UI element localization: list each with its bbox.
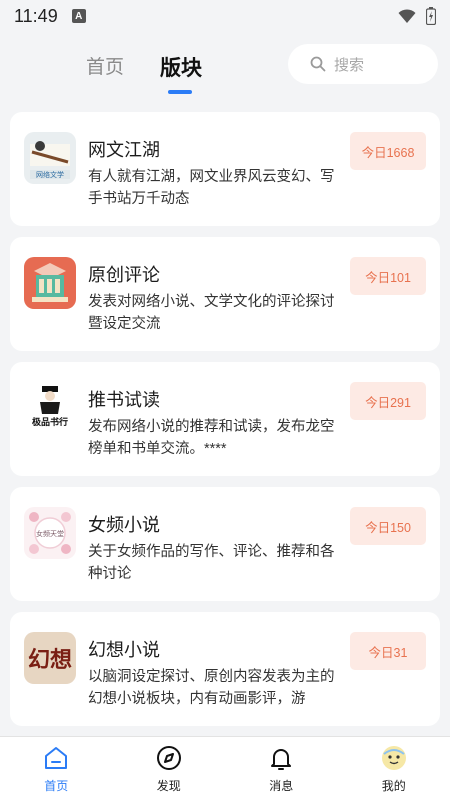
nav-item-profile[interactable]: 我的 [338, 737, 450, 800]
board-description: 有人就有江湖，网文业界风云变幻、写手书站万千动态 [88, 169, 335, 207]
board-icon-fantasy: 幻想 [24, 632, 76, 684]
svg-text:幻想: 幻想 [28, 647, 72, 673]
nav-label: 我的 [381, 779, 406, 793]
board-title: 网文江湖 [88, 140, 160, 160]
battery-icon [426, 7, 436, 25]
board-description: 以脑洞设定探讨、原创内容发表为主的幻想小说板块，内有动画影评，游 [88, 669, 335, 707]
nav-item-discover[interactable]: 发现 [113, 737, 226, 800]
board-icon-floral: 女频天堂 [24, 507, 76, 559]
svg-text:网络文学: 网络文学 [36, 170, 64, 179]
status-bar: 11:49 A [0, 0, 450, 32]
search-placeholder: 搜索 [334, 56, 365, 74]
tab-boards[interactable]: 版块 [160, 52, 202, 82]
active-tab-indicator [168, 90, 192, 94]
avatar-icon [381, 746, 406, 770]
notification-a-icon: A [71, 9, 86, 23]
bell-icon [271, 749, 292, 770]
svg-text:女频天堂: 女频天堂 [36, 529, 64, 538]
board-card-fantasy[interactable]: 幻想 幻想小说 以脑洞设定探讨、原创内容发表为主的幻想小说板块，内有动画影评，游… [10, 612, 440, 726]
board-title: 原创评论 [88, 265, 160, 285]
board-card-female[interactable]: 女频天堂 女频小说 关于女频作品的写作、评论、推荐和各种讨论 今日150 [10, 487, 440, 601]
board-title: 女频小说 [88, 515, 160, 535]
wifi-icon [398, 9, 416, 23]
board-description: 关于女频作品的写作、评论、推荐和各种讨论 [88, 544, 335, 582]
today-count-badge: 今日291 [350, 382, 426, 420]
svg-text:极品书行: 极品书行 [32, 416, 68, 428]
status-time: 11:49 [14, 5, 58, 26]
today-count-badge: 今日31 [350, 632, 426, 670]
today-count-badge: 今日1668 [350, 132, 426, 170]
board-card-recommend[interactable]: 极品书行 推书试读 发布网络小说的推荐和试读，发布龙空榜单和书单交流。**** … [10, 362, 440, 476]
tab-home[interactable]: 首页 [86, 52, 124, 79]
nav-label: 消息 [269, 779, 294, 793]
board-title: 推书试读 [88, 390, 160, 410]
compass-icon [156, 746, 181, 770]
today-count-badge: 今日150 [350, 507, 426, 545]
nav-label: 首页 [44, 779, 69, 793]
bottom-nav: 首页 发现 消息 我的 [0, 736, 450, 800]
nav-item-home[interactable]: 首页 [0, 737, 113, 800]
board-description: 发布网络小说的推荐和试读，发布龙空榜单和书单交流。**** [88, 419, 335, 457]
board-icon-pen: 网络文学 [24, 132, 76, 184]
board-list: 网络文学 网文江湖 有人就有江湖，网文业界风云变幻、写手书站万千动态 今日166… [10, 112, 440, 737]
board-card-wangwen[interactable]: 网络文学 网文江湖 有人就有江湖，网文业界风云变幻、写手书站万千动态 今日166… [10, 112, 440, 226]
search-icon [310, 56, 326, 72]
today-count-badge: 今日101 [350, 257, 426, 295]
board-icon-scholar: 极品书行 [24, 382, 76, 434]
search-input[interactable]: 搜索 [288, 44, 438, 84]
board-title: 幻想小说 [88, 640, 160, 660]
nav-label: 发现 [156, 779, 181, 793]
home-icon [45, 747, 68, 769]
status-icons [398, 7, 436, 25]
board-description: 发表对网络小说、文学文化的评论探讨暨设定交流 [88, 294, 335, 332]
top-header: 首页 版块 搜索 [0, 32, 450, 104]
board-card-review[interactable]: 原创评论 发表对网络小说、文学文化的评论探讨暨设定交流 今日101 [10, 237, 440, 351]
board-icon-library [24, 257, 76, 309]
nav-item-messages[interactable]: 消息 [225, 737, 338, 800]
